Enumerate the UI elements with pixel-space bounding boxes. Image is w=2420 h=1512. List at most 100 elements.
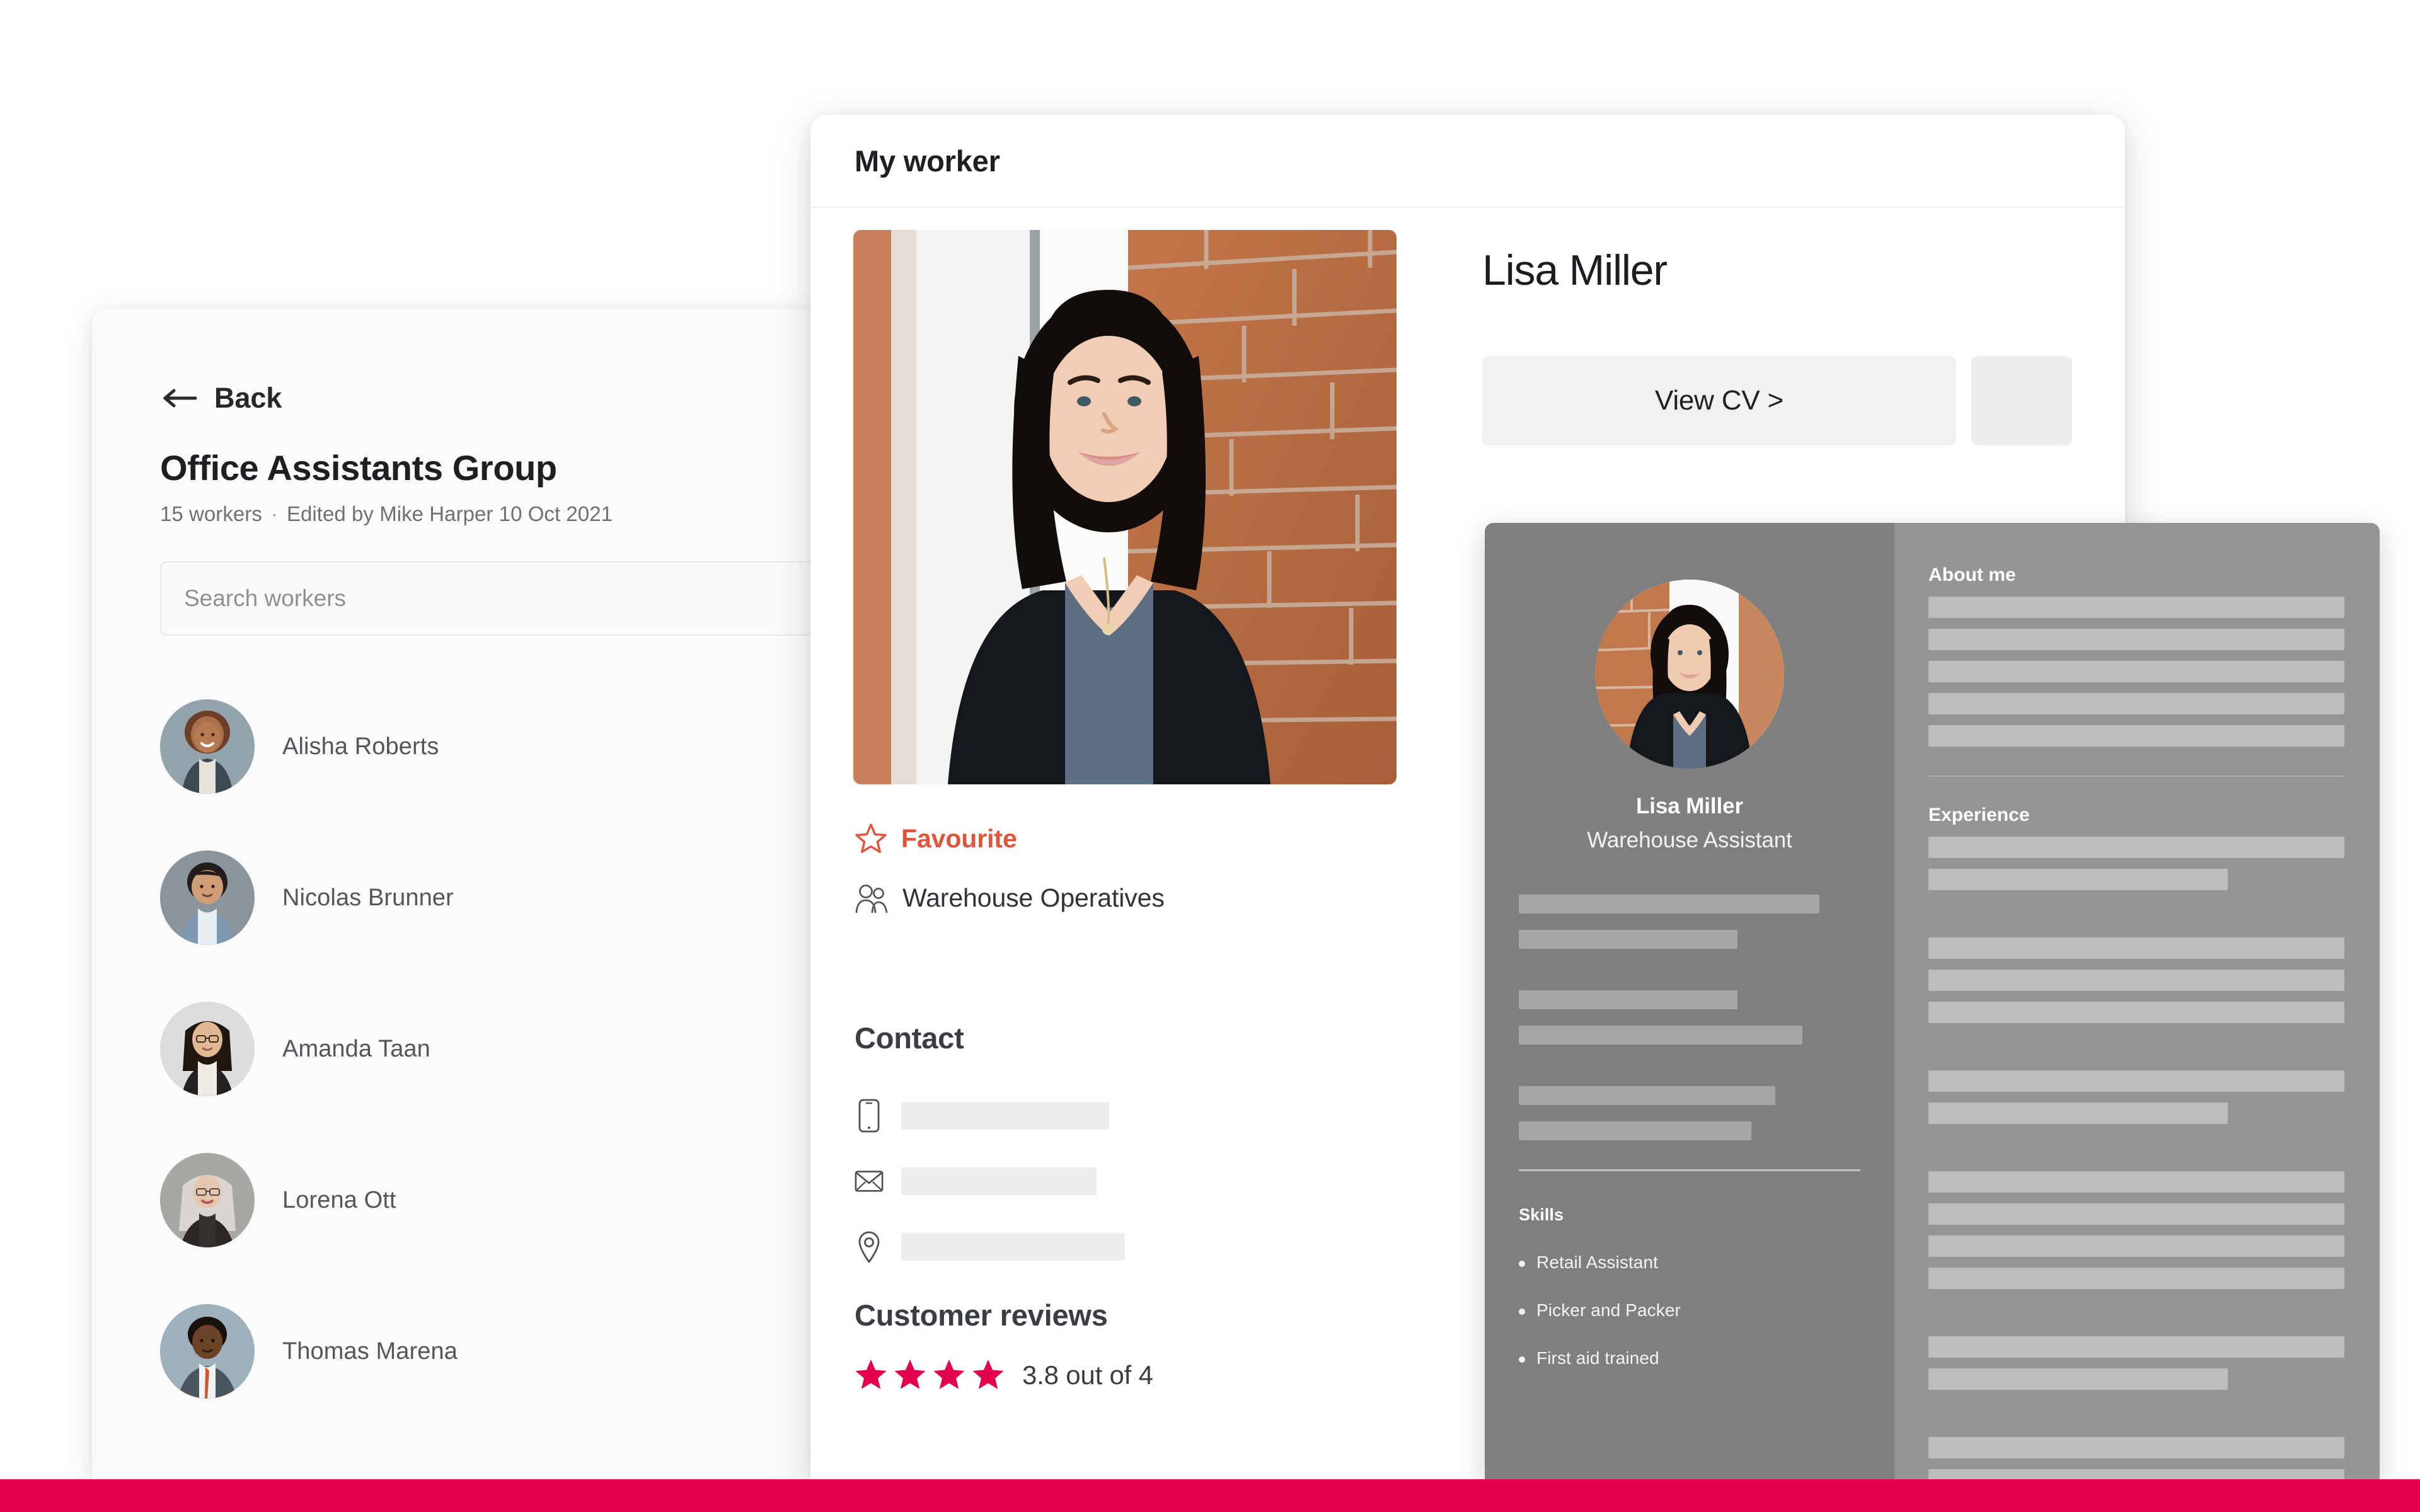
skeleton-gap	[1928, 1023, 2344, 1060]
skeleton-line	[1519, 930, 1737, 949]
app-canvas: Back Office Assistants Group 15 workers ·…	[0, 0, 2420, 1512]
skeleton-line	[1928, 1070, 2344, 1092]
cv-skills-section: Skills Retail Assistant Picker and Packe…	[1519, 1205, 1860, 1368]
worker-group-link[interactable]: Warehouse Operatives	[855, 883, 1165, 913]
rating-value: 3.8 out of 4	[1022, 1360, 1153, 1390]
worker-count: 15 workers	[160, 502, 262, 525]
favourite-button[interactable]: Favourite	[855, 822, 1017, 855]
meta-separator: ·	[270, 502, 278, 525]
skeleton-line	[1928, 869, 2228, 890]
bullet-icon	[1519, 1309, 1525, 1315]
skill-label: First aid trained	[1536, 1348, 1659, 1368]
skill-item: Picker and Packer	[1519, 1300, 1860, 1320]
star-filled-icon	[933, 1358, 968, 1393]
skeleton-line	[1519, 1086, 1775, 1105]
bullet-icon	[1519, 1356, 1525, 1363]
back-label: Back	[214, 382, 282, 414]
brand-bar	[0, 1479, 2420, 1512]
skill-label: Retail Assistant	[1536, 1252, 1659, 1272]
avatar	[160, 1002, 255, 1096]
worker-actions: View CV >	[1482, 356, 2072, 445]
skeleton-line	[1928, 1336, 2344, 1358]
secondary-action-button[interactable]	[1971, 356, 2072, 445]
skeleton-line	[1519, 1026, 1802, 1045]
cv-left-skeleton	[1519, 895, 1860, 1140]
cv-name: Lisa Miller	[1635, 794, 1744, 818]
skeleton-line	[1928, 937, 2344, 959]
phone-redacted-value	[901, 1102, 1109, 1130]
skeleton-line	[1928, 1102, 2228, 1124]
cv-left-column: Lisa Miller Warehouse Assistant Skills R…	[1485, 523, 1894, 1480]
skill-item: First aid trained	[1519, 1348, 1860, 1368]
search-input[interactable]	[183, 585, 868, 612]
skeleton-line	[1928, 597, 2344, 618]
worker-name: Lorena Ott	[282, 1186, 396, 1213]
cv-preview-card[interactable]: Lisa Miller Warehouse Assistant Skills R…	[1485, 523, 2380, 1480]
cv-experience-title: Experience	[1928, 805, 2030, 825]
cv-about-skeleton	[1928, 597, 2344, 747]
skeleton-line	[1928, 1171, 2344, 1193]
star-filled-icon	[972, 1358, 1007, 1393]
panel-header: My worker	[810, 115, 2125, 208]
back-arrow-icon	[160, 387, 198, 410]
rating-row: 3.8 out of 4	[855, 1358, 1153, 1393]
worker-name: Alisha Roberts	[282, 733, 439, 760]
customer-reviews-section: Customer reviews 3.8 out of 4	[855, 1298, 1153, 1393]
cv-skills-title: Skills	[1519, 1205, 1564, 1224]
skeleton-line	[1519, 895, 1819, 914]
skeleton-gap	[1928, 1390, 2344, 1426]
skeleton-line	[1928, 1368, 2228, 1390]
skeleton-line	[1928, 661, 2344, 682]
cv-divider	[1519, 1169, 1860, 1171]
contact-email-row[interactable]	[855, 1148, 1125, 1214]
skeleton-line	[1928, 1437, 2344, 1458]
email-redacted-value	[901, 1167, 1097, 1195]
contact-title: Contact	[855, 1021, 964, 1055]
location-icon	[855, 1229, 884, 1264]
skeleton-line	[1928, 725, 2344, 747]
star-filled-icon	[855, 1358, 890, 1393]
skill-label: Picker and Packer	[1536, 1300, 1681, 1320]
worker-group-label: Warehouse Operatives	[902, 883, 1165, 912]
search-workers-box[interactable]	[160, 561, 891, 636]
phone-icon	[855, 1098, 884, 1133]
favourite-label: Favourite	[901, 823, 1017, 853]
skeleton-line	[1928, 837, 2344, 858]
star-outline-icon	[855, 822, 887, 855]
avatar	[160, 699, 255, 794]
skeleton-line	[1928, 1203, 2344, 1225]
skeleton-line	[1928, 970, 2344, 991]
worker-name: Amanda Taan	[282, 1035, 430, 1062]
skeleton-line	[1928, 629, 2344, 650]
contact-phone-row[interactable]	[855, 1083, 1125, 1148]
contact-location-row[interactable]	[855, 1214, 1125, 1280]
skeleton-line	[1519, 990, 1737, 1009]
cv-right-column: About me Experience	[1894, 523, 2380, 1480]
page-title: My worker	[855, 144, 1000, 178]
cv-experience-skeleton	[1928, 837, 2344, 1480]
star-filled-icon	[894, 1358, 929, 1393]
skeleton-line	[1928, 693, 2344, 714]
back-button[interactable]: Back	[160, 382, 324, 415]
avatar	[160, 1304, 255, 1399]
skeleton-gap	[1928, 1124, 2344, 1160]
worker-name: Nicolas Brunner	[282, 884, 454, 911]
skeleton-line	[1928, 1235, 2344, 1257]
skeleton-line	[1519, 1121, 1751, 1140]
worker-name-heading: Lisa Miller	[1482, 246, 1668, 294]
skill-item: Retail Assistant	[1519, 1252, 1860, 1273]
cv-avatar	[1595, 580, 1784, 769]
contact-section: Contact	[855, 1021, 1125, 1280]
avatar	[160, 850, 255, 945]
worker-name: Thomas Marena	[282, 1337, 458, 1365]
view-cv-button[interactable]: View CV >	[1482, 356, 1956, 445]
customer-reviews-title: Customer reviews	[855, 1298, 1108, 1332]
bullet-icon	[1519, 1261, 1525, 1267]
location-redacted-value	[901, 1233, 1125, 1261]
edited-by: Edited by Mike Harper 10 Oct 2021	[286, 502, 613, 525]
worker-photo	[853, 230, 1397, 784]
cv-role: Warehouse Assistant	[1587, 828, 1792, 852]
avatar	[160, 1153, 255, 1247]
skeleton-line	[1928, 1002, 2344, 1023]
cv-section-divider	[1928, 776, 2344, 777]
